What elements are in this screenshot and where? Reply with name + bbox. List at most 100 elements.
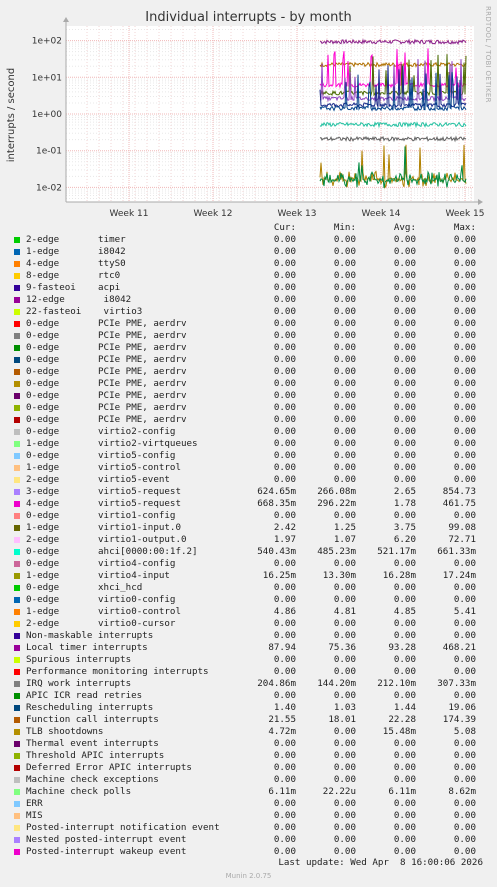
legend-swatch <box>14 825 20 831</box>
legend-name: 0-edge <box>26 354 60 365</box>
legend-cur: 0.00 <box>273 558 296 569</box>
legend-swatch <box>14 273 20 279</box>
legend-avg: 0.00 <box>393 258 416 269</box>
legend-row: Local timer interrupts 87.94 75.36 93.28 468… <box>0 642 497 654</box>
legend-row: APIC ICR read retries 0.00 0.00 0.00 0.00 <box>0 690 497 702</box>
legend-row: Thermal event interrupts 0.00 0.00 0.00 0.00 <box>0 738 497 750</box>
legend-min: 0.00 <box>333 594 356 605</box>
legend-avg: 0.00 <box>393 318 416 329</box>
legend-min: 0.00 <box>333 282 356 293</box>
legend-row: 0-edge xhci_hcd 0.00 0.00 0.00 0.00 <box>0 582 497 594</box>
legend-cur: 4.72m <box>268 726 296 737</box>
legend-swatch <box>14 309 20 315</box>
legend-row: TLB shootdowns 4.72m 0.00 15.48m 5.08 <box>0 726 497 738</box>
legend-min: 0.00 <box>333 330 356 341</box>
legend-desc: PCIe PME, aerdrv <box>98 318 187 329</box>
legend-swatch <box>14 633 20 639</box>
legend-min: 1.25 <box>333 522 356 533</box>
legend-name: 0-edge <box>26 546 60 557</box>
legend-row: 0-edge PCIe PME, aerdrv 0.00 0.00 0.00 0.00 <box>0 402 497 414</box>
legend-swatch <box>14 609 20 615</box>
legend-row: 0-edge PCIe PME, aerdrv 0.00 0.00 0.00 0.00 <box>0 318 497 330</box>
legend-avg: 521.17m <box>377 546 416 557</box>
legend-max: 461.75 <box>442 498 476 509</box>
legend-avg: 0.00 <box>393 246 416 257</box>
legend-cur: 0.00 <box>273 582 296 593</box>
legend-name: 0-edge <box>26 378 60 389</box>
legend-min: 0.00 <box>333 582 356 593</box>
legend-swatch <box>14 381 20 387</box>
legend-max: 0.00 <box>453 618 476 629</box>
legend-avg: 0.00 <box>393 750 416 761</box>
legend-name: TLB shootdowns <box>26 726 104 737</box>
legend-avg: 0.00 <box>393 282 416 293</box>
legend-avg: 0.00 <box>393 294 416 305</box>
legend-row: 0-edge virtio2-config 0.00 0.00 0.00 0.00 <box>0 426 497 438</box>
legend-max: 99.08 <box>448 522 476 533</box>
legend-avg: 0.00 <box>393 426 416 437</box>
legend-avg: 6.20 <box>393 534 416 545</box>
legend-max: 17.24m <box>442 570 476 581</box>
legend-cur: 0.00 <box>273 270 296 281</box>
legend-name: 8-edge <box>26 270 60 281</box>
legend-avg: 1.44 <box>393 702 416 713</box>
legend-row: 0-edge PCIe PME, aerdrv 0.00 0.00 0.00 0.00 <box>0 414 497 426</box>
legend-row: 1-edge virtio0-control 4.86 4.81 4.85 5.41 <box>0 606 497 618</box>
legend-avg: 0.00 <box>393 798 416 809</box>
legend-avg: 0.00 <box>393 402 416 413</box>
legend-desc: virtio1-input.0 <box>98 522 181 533</box>
legend-desc: virtio0-cursor <box>98 618 176 629</box>
legend-swatch <box>14 669 20 675</box>
legend-min: 0.00 <box>333 306 356 317</box>
legend-name: 1-edge <box>26 462 60 473</box>
legend-swatch <box>14 321 20 327</box>
legend-name: 0-edge <box>26 426 60 437</box>
legend-swatch <box>14 489 20 495</box>
legend-name: MIS <box>26 810 43 821</box>
legend-cur: 1.40 <box>273 702 296 713</box>
legend-desc: virtio3 <box>98 306 143 317</box>
legend-row: 4-edge virtio5-request 668.35m 296.22m 1.78 4… <box>0 498 497 510</box>
legend-min: 0.00 <box>333 690 356 701</box>
legend-cur: 668.35m <box>257 498 296 509</box>
legend-row: MIS 0.00 0.00 0.00 0.00 <box>0 810 497 822</box>
legend-name: 3-edge <box>26 486 60 497</box>
legend-cur: 6.11m <box>268 786 296 797</box>
legend-max: 0.00 <box>453 366 476 377</box>
legend-row: Non-maskable interrupts 0.00 0.00 0.00 0.00 <box>0 630 497 642</box>
legend-cur: 0.00 <box>273 666 296 677</box>
legend-name: 2-edge <box>26 618 60 629</box>
legend-name: Threshold APIC interrupts <box>26 750 165 761</box>
legend-avg: 0.00 <box>393 390 416 401</box>
legend-max: 307.33m <box>437 678 476 689</box>
legend-name: Non-maskable interrupts <box>26 630 154 641</box>
legend-avg: 0.00 <box>393 618 416 629</box>
legend-cur: 204.86m <box>257 678 296 689</box>
legend-header-min: Min: <box>333 222 356 233</box>
chart-plot: 1e-02 1e-01 1e+00 1e+01 1e+02 Week 11 Week 12 W… <box>6 17 484 219</box>
legend-cur: 0.00 <box>273 738 296 749</box>
legend-row: 0-edge virtio4-config 0.00 0.00 0.00 0.00 <box>0 558 497 570</box>
x-tick-label: Week 13 <box>278 209 317 219</box>
legend-name: 2-edge <box>26 234 60 245</box>
legend-name: 1-edge <box>26 606 60 617</box>
legend-avg: 0.00 <box>393 690 416 701</box>
legend-row: Threshold APIC interrupts 0.00 0.00 0.00 0.0… <box>0 750 497 762</box>
legend-name: 4-edge <box>26 258 60 269</box>
legend-max: 72.71 <box>448 534 476 545</box>
legend-name: 0-edge <box>26 450 60 461</box>
legend-avg: 4.85 <box>393 606 416 617</box>
legend-cur: 0.00 <box>273 594 296 605</box>
legend-cur: 0.00 <box>273 618 296 629</box>
legend-avg: 0.00 <box>393 834 416 845</box>
legend-desc: ttyS0 <box>98 258 126 269</box>
legend-min: 0.00 <box>333 474 356 485</box>
legend-max: 0.00 <box>453 690 476 701</box>
legend-avg: 0.00 <box>393 438 416 449</box>
legend-name: Machine check polls <box>26 786 132 797</box>
legend-row: Nested posted-interrupt event 0.00 0.00 0.0… <box>0 834 497 846</box>
legend-name: 0-edge <box>26 318 60 329</box>
legend-row: Machine check exceptions 0.00 0.00 0.00 0.00 <box>0 774 497 786</box>
legend-min: 0.00 <box>333 354 356 365</box>
legend-min: 0.00 <box>333 294 356 305</box>
